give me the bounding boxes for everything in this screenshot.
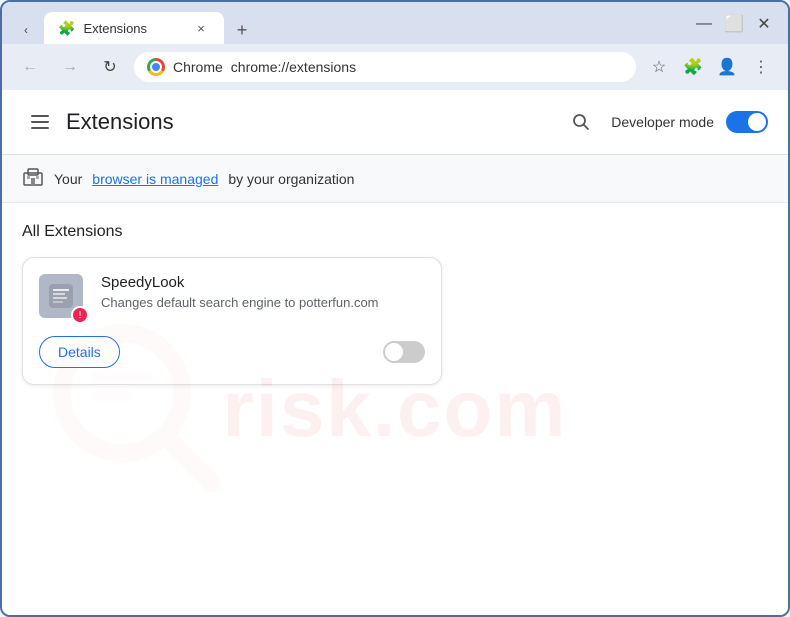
- extensions-header: Extensions Developer mode: [2, 90, 788, 155]
- new-tab-button[interactable]: +: [228, 16, 256, 44]
- managed-text-prefix: Your: [54, 171, 82, 187]
- extension-icon-wrapper: !: [39, 274, 87, 322]
- address-bar: ← → ↻ Chrome chrome://extensions ☆ 🧩 👤 ⋮: [2, 44, 788, 90]
- extension-actions: Details: [39, 336, 425, 368]
- reload-button[interactable]: ↻: [94, 51, 126, 83]
- speedylook-icon: [47, 282, 75, 310]
- extension-enable-toggle[interactable]: [383, 341, 425, 363]
- extension-details-button[interactable]: Details: [39, 336, 120, 368]
- tab-bar-left: ‹: [12, 16, 40, 44]
- hamburger-line-1: [31, 115, 49, 117]
- developer-mode-label: Developer mode: [611, 114, 714, 130]
- extension-info-row: ! SpeedyLook Changes default search engi…: [39, 274, 425, 322]
- managed-icon: [22, 165, 44, 192]
- profile-button[interactable]: 👤: [712, 52, 742, 82]
- address-field[interactable]: Chrome chrome://extensions: [134, 52, 636, 82]
- extension-icon-button[interactable]: 🧩: [678, 52, 708, 82]
- developer-mode-toggle[interactable]: [726, 111, 768, 133]
- maximize-button[interactable]: ⬜: [720, 10, 748, 38]
- tab-back-nav-button[interactable]: ‹: [12, 16, 40, 44]
- extension-description: Changes default search engine to potterf…: [101, 295, 425, 310]
- extension-details: SpeedyLook Changes default search engine…: [101, 274, 425, 310]
- address-bar-icons: ☆ 🧩 👤 ⋮: [644, 52, 776, 82]
- search-extensions-button[interactable]: [563, 104, 599, 140]
- chrome-label-text: Chrome: [173, 59, 223, 75]
- url-text: chrome://extensions: [231, 59, 356, 75]
- tab-favicon-icon: 🧩: [58, 20, 75, 37]
- managed-link[interactable]: browser is managed: [92, 171, 218, 187]
- header-right: Developer mode: [563, 104, 768, 140]
- back-button[interactable]: ←: [14, 51, 46, 83]
- extension-card-speedylook: ! SpeedyLook Changes default search engi…: [22, 257, 442, 385]
- extensions-body: risk.com All Extensions: [2, 203, 788, 615]
- window-controls: — ⬜ ✕: [690, 10, 778, 44]
- forward-button[interactable]: →: [54, 51, 86, 83]
- chrome-logo-icon: [147, 58, 165, 76]
- search-icon: [571, 112, 591, 132]
- developer-mode-toggle-knob: [748, 113, 766, 131]
- building-icon: [22, 165, 44, 187]
- page-title: Extensions: [66, 109, 174, 135]
- hamburger-line-2: [31, 121, 49, 123]
- chrome-menu-button[interactable]: ⋮: [746, 52, 776, 82]
- extension-enable-toggle-knob: [385, 343, 403, 361]
- all-extensions-label: All Extensions: [22, 223, 768, 241]
- title-bar: ‹ 🧩 Extensions × + — ⬜ ✕: [2, 2, 788, 44]
- browser-window: ‹ 🧩 Extensions × + — ⬜ ✕ ← → ↻ Chrome ch…: [0, 0, 790, 617]
- managed-text-suffix: by your organization: [228, 171, 354, 187]
- page-content: Extensions Developer mode: [2, 90, 788, 615]
- extension-warning-badge: !: [71, 306, 89, 324]
- tab-title-text: Extensions: [83, 21, 184, 36]
- bookmark-star-button[interactable]: ☆: [644, 52, 674, 82]
- active-tab[interactable]: 🧩 Extensions ×: [44, 12, 224, 44]
- minimize-button[interactable]: —: [690, 10, 718, 38]
- close-button[interactable]: ✕: [750, 10, 778, 38]
- managed-banner: Your browser is managed by your organiza…: [2, 155, 788, 203]
- tab-close-button[interactable]: ×: [192, 19, 210, 37]
- hamburger-line-3: [31, 127, 49, 129]
- extension-name: SpeedyLook: [101, 274, 425, 291]
- sidebar-menu-button[interactable]: [22, 104, 58, 140]
